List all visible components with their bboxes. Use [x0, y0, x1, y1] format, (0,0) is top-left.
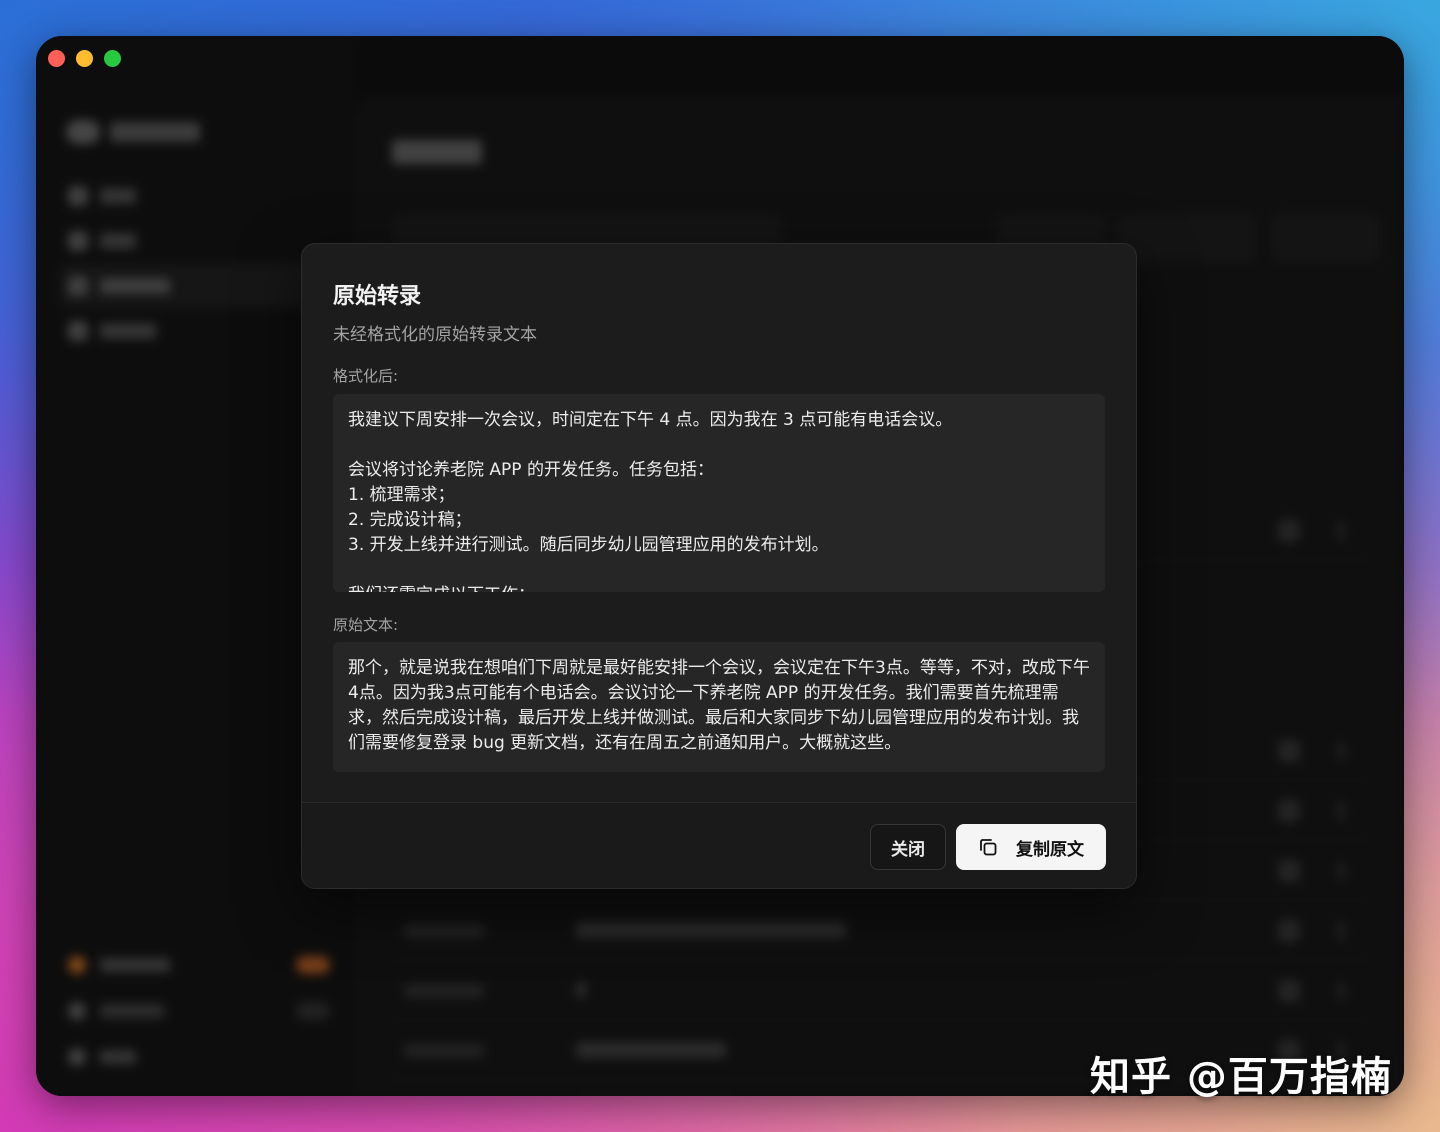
close-button[interactable]: 关闭 — [870, 824, 946, 870]
close-button-label: 关闭 — [891, 839, 925, 860]
zoom-window-button[interactable] — [104, 50, 121, 67]
watermark: 知乎 @百万指楠 — [1090, 1054, 1392, 1100]
original-label: 原始文本: — [333, 616, 399, 634]
formatted-text-box[interactable]: 我建议下周安排一次会议，时间定在下午 4 点。因为我在 3 点可能有电话会议。 … — [333, 394, 1105, 592]
copy-icon — [980, 839, 997, 856]
dialog-title: 原始转录 — [333, 284, 422, 309]
formatted-label: 格式化后: — [333, 367, 399, 385]
close-window-button[interactable] — [48, 50, 65, 67]
minimize-window-button[interactable] — [76, 50, 93, 67]
copy-original-button[interactable]: 复制原文 — [956, 824, 1106, 870]
raw-transcript-dialog: 原始转录 未经格式化的原始转录文本 格式化后: 我建议下周安排一次会议，时间定在… — [301, 243, 1137, 889]
copy-button-label: 复制原文 — [1016, 839, 1084, 860]
app-window: 原始转录 未经格式化的原始转录文本 格式化后: 我建议下周安排一次会议，时间定在… — [36, 36, 1404, 1096]
original-text-box[interactable]: 那个，就是说我在想咱们下周就是最好能安排一个会议，会议定在下午3点。等等，不对，… — [333, 642, 1105, 772]
dialog-footer: 关闭 复制原文 — [302, 802, 1136, 888]
original-text: 那个，就是说我在想咱们下周就是最好能安排一个会议，会议定在下午3点。等等，不对，… — [348, 658, 1090, 753]
dialog-subtitle: 未经格式化的原始转录文本 — [333, 325, 537, 345]
formatted-text: 我建议下周安排一次会议，时间定在下午 4 点。因为我在 3 点可能有电话会议。 … — [348, 410, 953, 592]
window-controls — [48, 50, 121, 67]
